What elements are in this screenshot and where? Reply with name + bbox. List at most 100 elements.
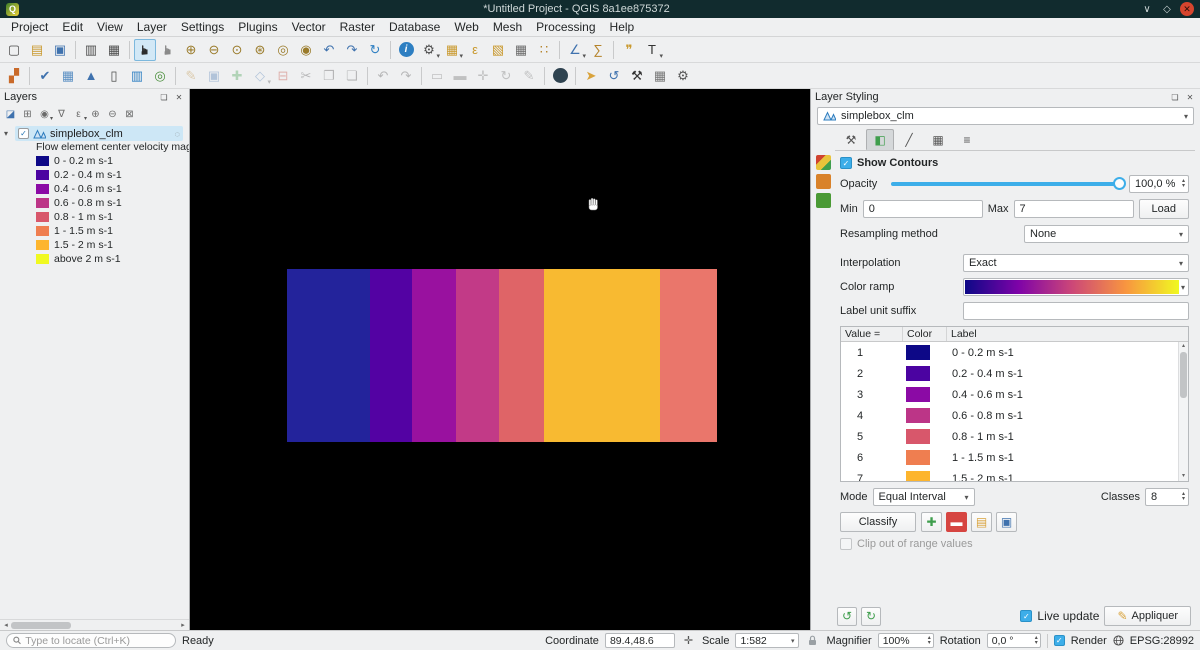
table-row[interactable]: 40.6 - 0.8 m s-1 bbox=[841, 405, 1188, 426]
scroll-thumb[interactable] bbox=[11, 622, 71, 629]
tab-vectors[interactable]: ╱ bbox=[895, 129, 923, 150]
style-undo-button[interactable]: ↺ bbox=[837, 607, 857, 626]
deselect-features-button[interactable]: ▧ bbox=[487, 39, 509, 61]
opacity-spinbox[interactable]: 100,0 % bbox=[1129, 175, 1189, 193]
menu-database[interactable]: Database bbox=[382, 19, 447, 35]
expand-all-button[interactable]: ⊕ bbox=[88, 107, 103, 122]
tab-settings[interactable]: ⚒ bbox=[837, 129, 865, 150]
plugin-hammer-button[interactable]: ⚒ bbox=[626, 65, 648, 87]
locate-input[interactable] bbox=[25, 635, 169, 647]
interpolation-combo[interactable]: Exact bbox=[963, 254, 1189, 272]
save-project-button[interactable]: ▣ bbox=[49, 39, 71, 61]
menu-project[interactable]: Project bbox=[4, 19, 55, 35]
metasearch-button[interactable]: ▦ bbox=[649, 65, 671, 87]
crs-globe-icon[interactable] bbox=[1113, 635, 1124, 646]
layer-visibility-checkbox[interactable] bbox=[18, 128, 29, 139]
menu-vector[interactable]: Vector bbox=[285, 19, 333, 35]
plugin-globe-button[interactable] bbox=[549, 65, 571, 87]
manage-map-themes-button[interactable]: ◉▾ bbox=[37, 107, 52, 122]
processing-run-button[interactable]: ➤ bbox=[580, 65, 602, 87]
zoom-native-button[interactable]: ⊙ bbox=[226, 39, 248, 61]
tab-rendering[interactable]: ▦ bbox=[924, 129, 952, 150]
menu-plugins[interactable]: Plugins bbox=[231, 19, 284, 35]
label-unit-suffix-input[interactable] bbox=[963, 302, 1189, 320]
add-value-button[interactable]: ✚ bbox=[921, 512, 942, 532]
export-color-map-button[interactable]: ▣ bbox=[996, 512, 1017, 532]
color-swatch[interactable] bbox=[906, 387, 930, 402]
scale-combo[interactable]: 1:582 bbox=[735, 633, 799, 648]
zoom-in-button[interactable]: ⊕ bbox=[180, 39, 202, 61]
open-attribute-table-button[interactable]: ▦ bbox=[510, 39, 532, 61]
open-project-button[interactable]: ▤ bbox=[26, 39, 48, 61]
scroll-up-icon[interactable]: ▴ bbox=[1179, 342, 1188, 351]
close-panel-icon[interactable]: ✕ bbox=[1184, 91, 1196, 103]
scroll-down-icon[interactable]: ▾ bbox=[1179, 472, 1188, 481]
max-input[interactable]: 7 bbox=[1014, 200, 1134, 218]
zoom-to-selection-button[interactable]: ◎ bbox=[272, 39, 294, 61]
menu-processing[interactable]: Processing bbox=[529, 19, 602, 35]
menu-layer[interactable]: Layer bbox=[130, 19, 174, 35]
data-source-manager-button[interactable]: ▞ bbox=[3, 65, 25, 87]
label-column-header[interactable]: Label bbox=[947, 328, 1188, 340]
selected-layer[interactable]: simplebox_clm ◌ bbox=[15, 126, 183, 141]
identify-features-button[interactable]: i bbox=[395, 39, 417, 61]
maximize-button[interactable]: ◇ bbox=[1160, 2, 1174, 16]
color-swatch[interactable] bbox=[906, 408, 930, 423]
coordinate-input[interactable]: 89.4,48.6 bbox=[605, 633, 675, 648]
run-feature-action-button[interactable]: ⚙▾ bbox=[418, 39, 440, 61]
expander-icon[interactable]: ▾ bbox=[4, 129, 12, 138]
remove-layer-button[interactable]: ⊠ bbox=[122, 107, 137, 122]
float-panel-icon[interactable]: ❏ bbox=[158, 91, 170, 103]
table-row[interactable]: 50.8 - 1 m s-1 bbox=[841, 426, 1188, 447]
opacity-slider-handle[interactable] bbox=[1113, 177, 1126, 190]
scroll-right-icon[interactable]: ▸ bbox=[178, 621, 188, 629]
extents-icon[interactable]: ✛ bbox=[681, 633, 696, 648]
spin-steppers-icon[interactable] bbox=[1179, 179, 1185, 189]
mesh-symbology-icon[interactable] bbox=[816, 155, 831, 170]
zoom-out-button[interactable]: ⊖ bbox=[203, 39, 225, 61]
scroll-thumb[interactable] bbox=[1180, 352, 1187, 398]
spin-steppers-icon[interactable] bbox=[925, 636, 931, 646]
processing-history-button[interactable]: ↺ bbox=[603, 65, 625, 87]
classes-spinbox[interactable]: 8 bbox=[1145, 488, 1189, 506]
apply-button[interactable]: ✎ Appliquer bbox=[1104, 606, 1191, 626]
add-mesh-layer-button[interactable]: ▲ bbox=[80, 65, 102, 87]
statistical-summary-button[interactable]: ∑ bbox=[587, 39, 609, 61]
map-tips-button[interactable]: ❞ bbox=[618, 39, 640, 61]
render-checkbox[interactable] bbox=[1054, 635, 1065, 646]
table-row[interactable]: 71.5 - 2 m s-1 bbox=[841, 468, 1188, 481]
text-annotation-button[interactable]: T▾ bbox=[641, 39, 663, 61]
layers-horizontal-scrollbar[interactable]: ◂ ▸ bbox=[0, 619, 189, 630]
show-contours-checkbox[interactable] bbox=[840, 157, 852, 169]
color-column-header[interactable]: Color bbox=[903, 327, 947, 341]
select-by-expression-button[interactable]: ε bbox=[464, 39, 486, 61]
remove-selected-value-button[interactable]: ▬ bbox=[946, 512, 967, 532]
table-row[interactable]: 30.4 - 0.6 m s-1 bbox=[841, 384, 1188, 405]
open-layer-styling-button[interactable]: ◪ bbox=[3, 107, 18, 122]
mesh-contours-icon[interactable] bbox=[816, 174, 831, 189]
add-vector-layer-button[interactable]: ✔ bbox=[34, 65, 56, 87]
scale-lock-icon[interactable] bbox=[805, 633, 820, 648]
table-row[interactable]: 20.2 - 0.4 m s-1 bbox=[841, 363, 1188, 384]
mesh-vectors-icon[interactable] bbox=[816, 193, 831, 208]
select-features-button[interactable]: ▦▾ bbox=[441, 39, 463, 61]
measure-button[interactable]: ∠▾ bbox=[564, 39, 586, 61]
color-swatch[interactable] bbox=[906, 471, 930, 481]
pan-map-button[interactable]: ☛ bbox=[134, 39, 156, 61]
zoom-to-layer-button[interactable]: ◉ bbox=[295, 39, 317, 61]
load-color-map-button[interactable]: ▤ bbox=[971, 512, 992, 532]
close-button[interactable]: ✕ bbox=[1180, 2, 1194, 16]
add-postgis-layer-button[interactable]: ▥ bbox=[126, 65, 148, 87]
resampling-combo[interactable]: None bbox=[1024, 225, 1189, 243]
zoom-last-button[interactable]: ↶ bbox=[318, 39, 340, 61]
menu-view[interactable]: View bbox=[90, 19, 130, 35]
scroll-left-icon[interactable]: ◂ bbox=[1, 621, 11, 629]
live-update-checkbox[interactable] bbox=[1020, 610, 1032, 622]
color-swatch[interactable] bbox=[906, 366, 930, 381]
menu-web[interactable]: Web bbox=[447, 19, 485, 35]
menu-mesh[interactable]: Mesh bbox=[486, 19, 529, 35]
new-print-layout-button[interactable]: ▥ bbox=[80, 39, 102, 61]
scroll-track[interactable] bbox=[11, 622, 178, 629]
min-input[interactable]: 0 bbox=[863, 200, 983, 218]
value-column-header[interactable]: Value = bbox=[841, 327, 903, 341]
